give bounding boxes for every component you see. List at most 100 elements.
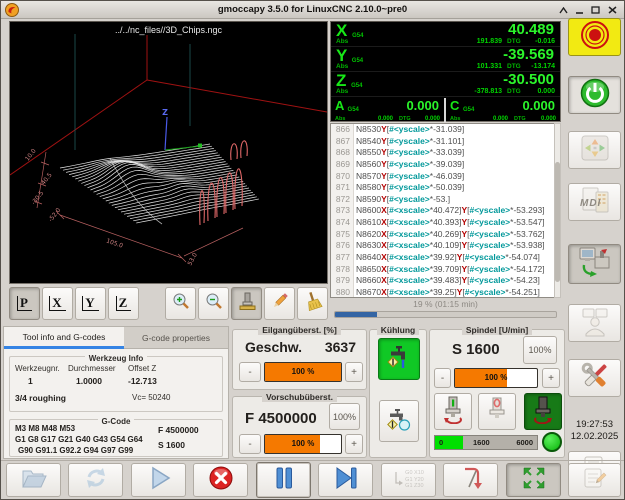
tool-no-value: 1	[28, 376, 33, 386]
user-tabs-button[interactable]	[568, 304, 621, 342]
view-x-label: X	[49, 296, 66, 311]
axis-a-abs: 0.000	[377, 116, 393, 122]
view-y-button[interactable]: Y	[75, 287, 106, 320]
scrollbar-thumb[interactable]	[555, 162, 560, 282]
gcode-line[interactable]: 869 N8560Y[#<yscale>*-39.039]	[331, 158, 560, 171]
spindle-plus-button[interactable]: +	[542, 368, 560, 388]
spindle-cw-icon	[529, 394, 557, 429]
open-file-button[interactable]	[6, 463, 61, 497]
gcode-line[interactable]: 871 N8580Y[#<yscale>*-50.039]	[331, 182, 560, 194]
skip-optional-blocks-button[interactable]	[443, 463, 498, 497]
run-from-line-text-3: G1 Z30	[405, 483, 424, 490]
gcode-line[interactable]: 866 N8530Y[#<yscale>*-31.039]	[331, 124, 560, 136]
active-g-codes-1: G1 G8 G17 G21 G40 G43 G54 G64	[15, 435, 143, 444]
machine-on-button[interactable]	[568, 76, 621, 114]
dro-axis-z[interactable]: Z G54 -30.500 Abs -378.813 DTG 0.000	[331, 72, 560, 97]
spindle-ccw-button[interactable]	[434, 393, 472, 430]
spindle-cw-button[interactable]	[524, 393, 562, 430]
shade-icon[interactable]	[557, 4, 570, 16]
dro-axes-ac: A G54 0.000 Abs 0.000 DTG 0.000 C G54 0.…	[331, 97, 560, 123]
dim-width-label: 105.0	[105, 237, 124, 249]
spindle-ccw-icon	[439, 394, 467, 429]
gcode-line[interactable]: 880 N8670X[#<xscale>*39.25]Y[#<yscale>*-5…	[331, 286, 560, 297]
pause-program-button[interactable]	[256, 462, 311, 498]
run-from-line-icon: G0 X10 G1 Y20 G1 Z30	[393, 470, 424, 490]
tool-dimensions-button[interactable]	[231, 287, 262, 320]
estop-icon	[579, 19, 611, 56]
dro-panel: X G54 40.489 Abs 191.839 DTG -0.016 Y G5…	[330, 21, 561, 122]
gcode-line[interactable]: 872 N8590Y[#<yscale>*-53.]	[331, 193, 560, 206]
auto-mode-button[interactable]	[568, 244, 621, 284]
spindle-speed-value: S 1600	[452, 341, 500, 358]
skip-block-icon	[457, 465, 485, 496]
rapid-plus-button[interactable]: +	[345, 362, 363, 382]
gcode-line[interactable]: 877 N8640X[#<xscale>*39.92]Y[#<yscale>*-5…	[331, 252, 560, 264]
gcode-line[interactable]: 867 N8540Y[#<yscale>*-31.101]	[331, 135, 560, 148]
zoom-out-button[interactable]	[198, 287, 229, 320]
view-x-button[interactable]: X	[42, 287, 73, 320]
minimize-icon[interactable]	[573, 4, 586, 16]
zoom-in-button[interactable]	[165, 287, 196, 320]
axis-x-value: 40.489	[508, 21, 554, 38]
view-p-button[interactable]: P	[9, 287, 40, 320]
rapid-minus-button[interactable]: -	[239, 362, 261, 382]
fullscreen-button[interactable]	[506, 463, 561, 497]
gcode-line[interactable]: 876 N8630X[#<xscale>*40.109]Y[#<yscale>*-…	[331, 240, 560, 253]
abs-label: Abs	[336, 63, 349, 70]
estop-button[interactable]	[568, 18, 621, 56]
close-icon[interactable]	[606, 4, 619, 16]
view-y-label: Y	[82, 296, 99, 311]
feed-reset-100-button[interactable]: 100%	[329, 403, 360, 430]
axis-y-abs: 101.331	[476, 63, 502, 70]
zoom-in-icon	[171, 291, 191, 316]
stop-program-button[interactable]	[193, 463, 248, 497]
maximize-icon[interactable]	[589, 4, 602, 16]
axis-a-value: 0.000	[406, 98, 439, 113]
spindle-override-slider[interactable]: 100 %	[454, 368, 538, 388]
clear-plot-button[interactable]	[297, 287, 328, 320]
gcode-line[interactable]: 868 N8550Y[#<yscale>*-33.039]	[331, 147, 560, 159]
mdi-mode-button[interactable]: MDI	[568, 183, 621, 221]
feed-value: F 4500000	[245, 410, 317, 427]
step-program-button[interactable]	[318, 463, 373, 497]
gremlin-preview[interactable]: Z 105.0 53.0 10.0 40.5 -30.5 -52.0 ../..…	[9, 21, 328, 284]
run-from-line-button[interactable]: G0 X10 G1 Y20 G1 Z30	[381, 463, 436, 497]
spindle-reset-100-button[interactable]: 100%	[523, 336, 557, 364]
edit-gcode-button[interactable]	[568, 463, 621, 497]
axis-c-letter: C	[450, 98, 460, 113]
feed-plus-button[interactable]: +	[345, 434, 363, 454]
dro-axis-c[interactable]: C G54 0.000 Abs 0.000 DTG 0.000	[446, 97, 560, 123]
axis-z-value: -30.500	[503, 71, 554, 88]
feed-override-slider[interactable]: 100 %	[264, 434, 342, 454]
dro-axis-y[interactable]: Y G54 -39.569 Abs 101.331 DTG -13.174	[331, 47, 560, 72]
tab-gcode-properties[interactable]: G-code properties	[124, 327, 228, 349]
spindle-stop-button[interactable]	[478, 393, 516, 430]
tab-tool-info[interactable]: Tool info and G-codes	[4, 327, 124, 349]
gcode-line[interactable]: 879 N8660X[#<xscale>*39.483]Y[#<yscale>*-…	[331, 275, 560, 287]
gcode-scrollbar[interactable]	[554, 123, 561, 298]
feed-minus-button[interactable]: -	[239, 434, 261, 454]
gcode-line[interactable]: 870 N8570Y[#<yscale>*-46.039]	[331, 170, 560, 183]
active-g-codes-2: G90 G91.1 G92.2 G94 G97 G99	[18, 446, 134, 455]
gcode-line[interactable]: 878 N8650X[#<xscale>*39.709]Y[#<yscale>*-…	[331, 263, 560, 276]
edit-offsets-button[interactable]	[264, 287, 295, 320]
view-z-button[interactable]: Z	[108, 287, 139, 320]
dro-axis-a[interactable]: A G54 0.000 Abs 0.000 DTG 0.000	[331, 97, 444, 123]
gcode-line[interactable]: 874 N8610X[#<xscale>*40.393]Y[#<yscale>*-…	[331, 217, 560, 229]
flood-coolant-button[interactable]	[378, 338, 420, 380]
rapid-override-slider[interactable]: 100 %	[264, 362, 342, 382]
manual-mode-button[interactable]	[568, 131, 621, 169]
offset-z-value: -12.713	[128, 376, 157, 386]
gcode-line[interactable]: 873 N8600X[#<xscale>*40.472]Y[#<yscale>*-…	[331, 205, 560, 218]
reload-file-button[interactable]	[68, 463, 123, 497]
rapid-override-pct: 100 %	[291, 367, 315, 376]
settings-button[interactable]	[568, 359, 621, 397]
dro-axis-x[interactable]: X G54 40.489 Abs 191.839 DTG -0.016	[331, 22, 560, 47]
step-icon	[331, 465, 361, 496]
spindle-minus-button[interactable]: -	[434, 368, 451, 388]
gcode-listing[interactable]: 866 N8530Y[#<yscale>*-31.039] 867 N8540Y[#<…	[330, 123, 561, 298]
mist-coolant-button[interactable]	[379, 400, 419, 442]
gcode-line[interactable]: 875 N8620X[#<xscale>*40.269]Y[#<yscale>*-…	[331, 228, 560, 241]
titlebar[interactable]: gmoccapy 3.5.0 for LinuxCNC 2.10.0~pre0	[1, 1, 624, 19]
run-program-button[interactable]	[131, 463, 186, 497]
